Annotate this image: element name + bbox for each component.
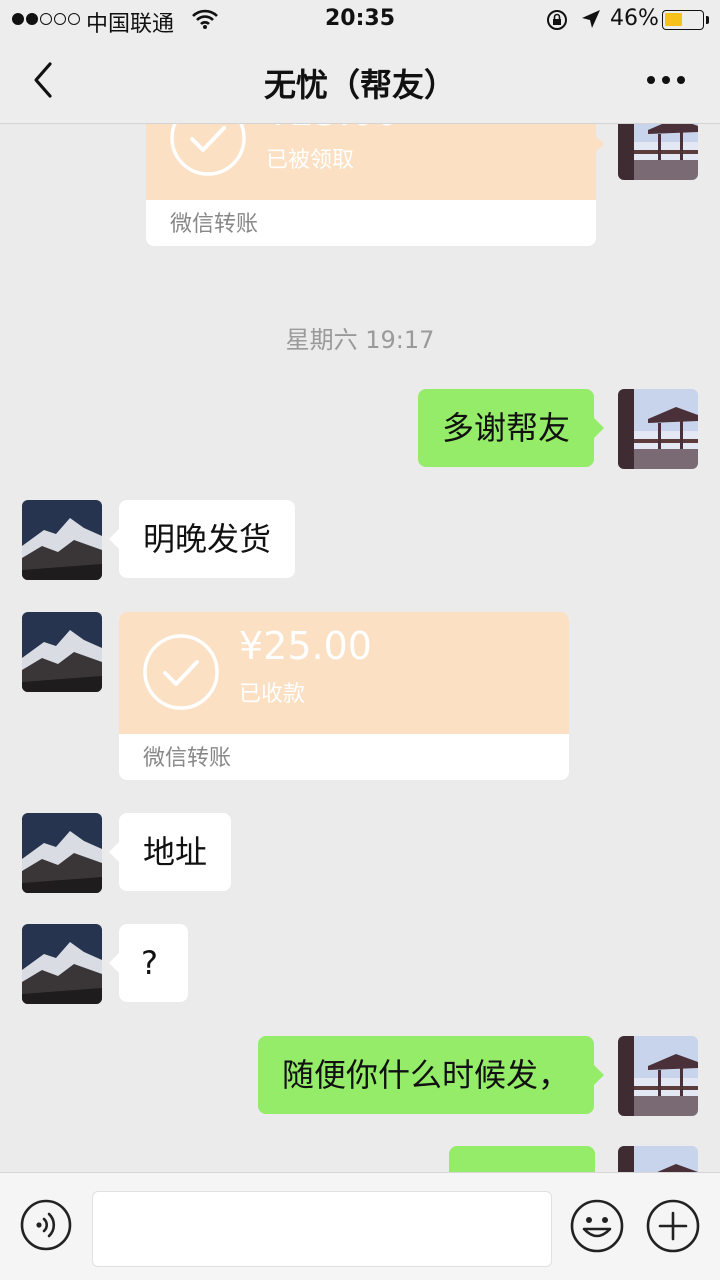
contact-avatar[interactable] (22, 813, 102, 893)
pavilion-photo-icon (618, 1036, 698, 1116)
transfer-card-claimed[interactable]: ¥25.00 已被领取 微信转账 (146, 124, 596, 246)
mountain-photo-icon (22, 813, 102, 893)
chat-history[interactable]: ¥25.00 已被领取 微信转账 星期六 19:17 多谢帮友 (0, 124, 720, 1172)
voice-input-icon[interactable] (20, 1199, 72, 1251)
my-avatar[interactable] (618, 389, 698, 469)
mountain-photo-icon (22, 924, 102, 1004)
status-bar: 中国联通 20:35 46% (0, 0, 720, 40)
checkmark-icon (170, 124, 246, 176)
bubble-tail (594, 134, 604, 154)
pavilion-photo-icon (618, 124, 698, 180)
add-more-icon[interactable] (646, 1199, 700, 1253)
pavilion-photo-icon (618, 389, 698, 469)
transfer-label: 微信转账 (143, 746, 232, 771)
input-bar (0, 1172, 720, 1280)
transfer-amount: ¥25.00 (239, 624, 372, 668)
sent-message[interactable]: 多谢帮友 (417, 389, 605, 467)
top-bar: 中国联通 20:35 46% 无忧（帮友） (0, 0, 720, 124)
mountain-photo-icon (22, 612, 102, 692)
mountain-photo-icon (22, 500, 102, 580)
transfer-status: 已被领取 (266, 148, 355, 173)
emoji-icon[interactable] (570, 1199, 624, 1253)
my-avatar[interactable] (618, 1146, 698, 1172)
transfer-label: 微信转账 (170, 212, 259, 237)
message-input[interactable] (92, 1191, 552, 1267)
rotation-lock-icon (547, 10, 567, 30)
received-message[interactable]: 地址 (108, 813, 232, 891)
battery-percentage: 46% (610, 6, 659, 31)
transfer-status: 已收款 (239, 682, 306, 707)
received-message[interactable]: ? (109, 924, 188, 1002)
transfer-amount: ¥25.00 (266, 124, 399, 134)
my-avatar[interactable] (618, 1036, 698, 1116)
contact-avatar[interactable] (22, 612, 102, 692)
navigation-bar: 无忧（帮友） (0, 40, 720, 124)
checkmark-icon (143, 634, 219, 710)
sent-message-partial[interactable] (449, 1146, 595, 1172)
sent-message[interactable]: 随便你什么时候发， (257, 1036, 605, 1114)
message-timestamp: 星期六 19:17 (285, 326, 435, 354)
contact-avatar[interactable] (22, 500, 102, 580)
transfer-card-received[interactable]: ¥25.00 已收款 微信转账 (119, 612, 569, 780)
my-avatar[interactable] (618, 124, 698, 180)
location-icon (582, 10, 600, 28)
battery-icon (662, 10, 709, 30)
more-options-icon[interactable] (644, 68, 688, 92)
chat-title: 无忧（帮友） (263, 66, 456, 104)
contact-avatar[interactable] (22, 924, 102, 1004)
pavilion-photo-icon (618, 1146, 698, 1172)
received-message[interactable]: 明晚发货 (108, 500, 296, 578)
